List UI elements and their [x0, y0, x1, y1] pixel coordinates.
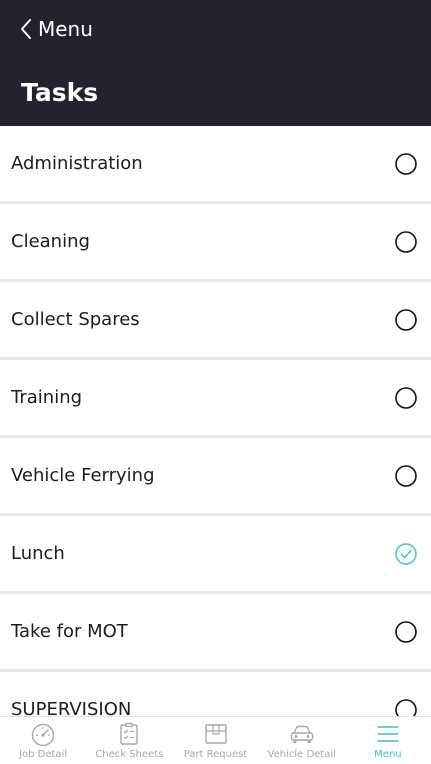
radio-unchecked-icon[interactable] [395, 620, 417, 643]
task-row-collect-spares[interactable]: Collect Spares [0, 282, 431, 357]
chevron-left-icon [20, 18, 32, 40]
task-label: Administration [11, 153, 143, 174]
tab-menu[interactable]: Menu [345, 717, 431, 764]
tab-vehicle-detail[interactable]: Vehicle Detail [259, 717, 345, 764]
task-label: SUPERVISION [11, 699, 132, 716]
task-label: Take for MOT [11, 621, 128, 642]
car-icon [288, 721, 316, 747]
app-screen: Menu Tasks Administration Cleaning Colle… [0, 0, 431, 764]
page-title: Tasks [21, 78, 99, 107]
clipboard-checklist-icon [117, 721, 141, 747]
task-row-training[interactable]: Training [0, 360, 431, 435]
tab-label: Job Detail [19, 749, 68, 760]
task-label: Collect Spares [11, 309, 140, 330]
task-label: Training [11, 387, 83, 408]
task-row-take-for-mot[interactable]: Take for MOT [0, 594, 431, 669]
tab-label: Vehicle Detail [267, 749, 336, 760]
package-box-icon [203, 721, 229, 747]
radio-checked-icon[interactable] [395, 542, 417, 565]
radio-unchecked-icon[interactable] [395, 152, 417, 175]
task-label: Vehicle Ferrying [11, 465, 155, 486]
hamburger-menu-icon [375, 721, 401, 747]
task-row-administration[interactable]: Administration [0, 126, 431, 201]
radio-unchecked-icon[interactable] [395, 386, 417, 409]
tab-label: Menu [374, 749, 402, 760]
task-label: Cleaning [11, 231, 90, 252]
tab-job-detail[interactable]: Job Detail [0, 717, 86, 764]
bottom-tab-bar: Job Detail Check Sheets Part Request Veh… [0, 716, 431, 764]
back-label: Menu [38, 17, 93, 41]
task-row-cleaning[interactable]: Cleaning [0, 204, 431, 279]
task-row-supervision[interactable]: SUPERVISION [0, 672, 431, 716]
back-button[interactable]: Menu [20, 14, 93, 44]
radio-unchecked-icon[interactable] [395, 308, 417, 331]
radio-unchecked-icon[interactable] [395, 230, 417, 253]
speedometer-icon [29, 721, 57, 747]
tab-part-request[interactable]: Part Request [172, 717, 258, 764]
task-label: Lunch [11, 543, 65, 564]
radio-unchecked-icon[interactable] [395, 464, 417, 487]
task-list: Administration Cleaning Collect Spares T… [0, 126, 431, 716]
tab-label: Check Sheets [95, 749, 164, 760]
radio-unchecked-icon[interactable] [395, 698, 417, 716]
top-header: Menu Tasks [0, 0, 431, 126]
tab-label: Part Request [183, 749, 248, 760]
task-row-vehicle-ferrying[interactable]: Vehicle Ferrying [0, 438, 431, 513]
tab-check-sheets[interactable]: Check Sheets [86, 717, 172, 764]
task-row-lunch[interactable]: Lunch [0, 516, 431, 591]
